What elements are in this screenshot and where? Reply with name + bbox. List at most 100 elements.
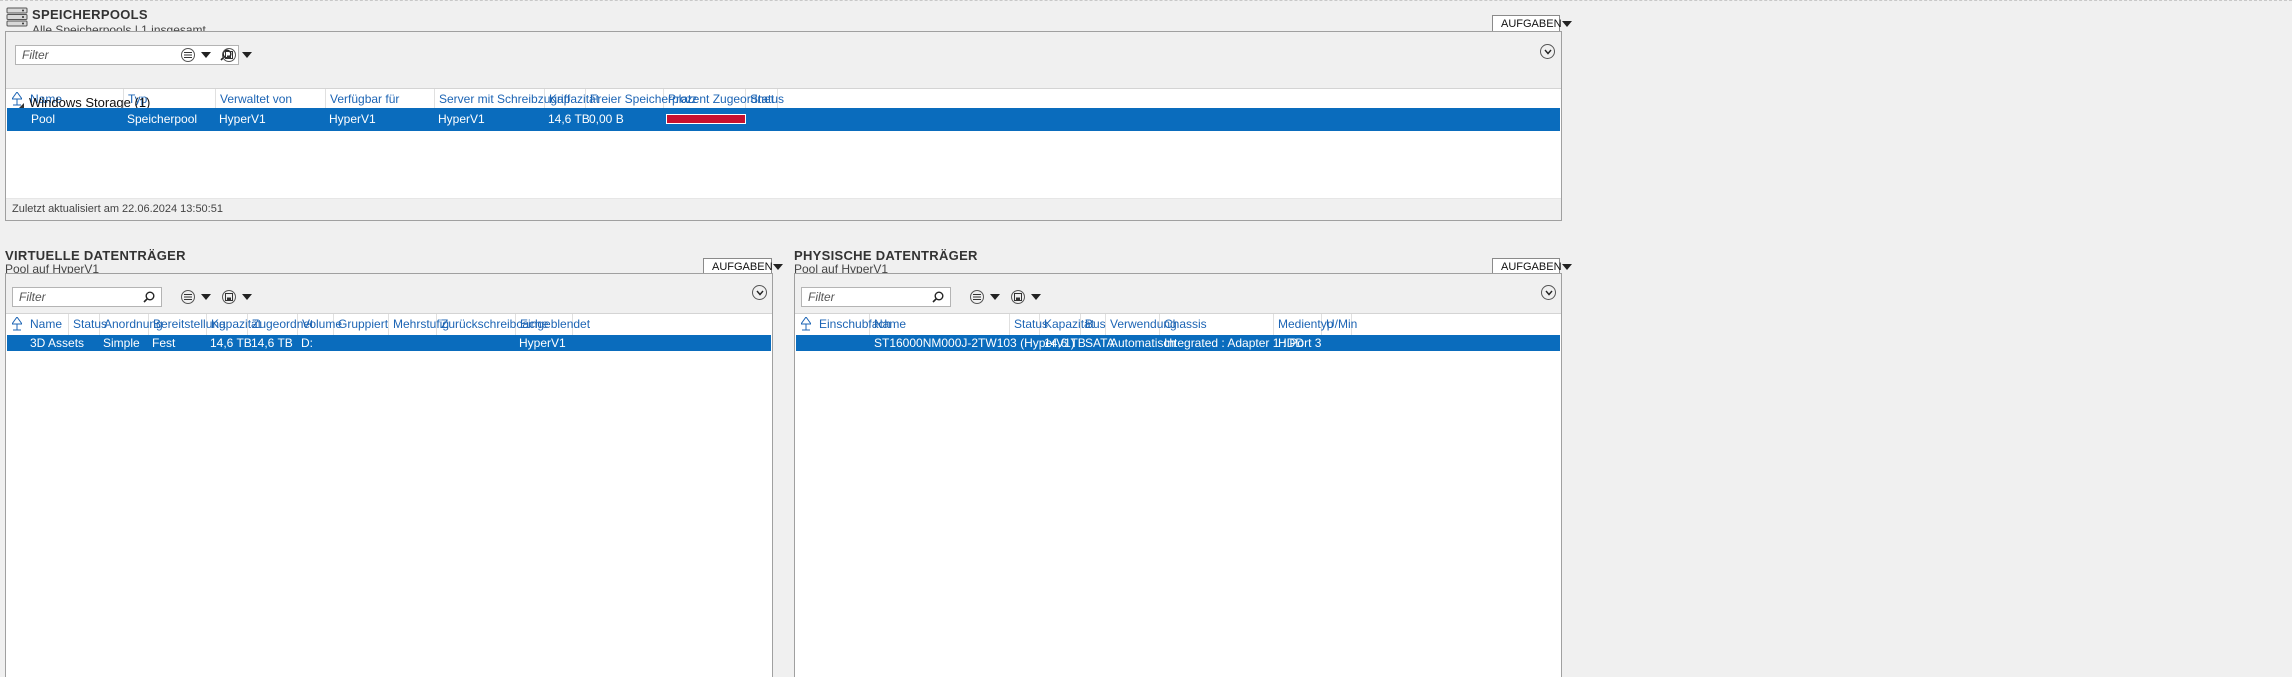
virtual-title: VIRTUELLE DATENTRÄGER [5, 248, 186, 263]
search-icon[interactable] [143, 290, 155, 308]
pools-tasks-label: AUFGABEN [1501, 17, 1562, 30]
table-row[interactable]: Pool Speicherpool HyperV1 HyperV1 HyperV… [7, 108, 1560, 131]
cell-status [69, 335, 73, 351]
cell-name: 3D Assets [30, 336, 85, 350]
cell-verfuegbar-fuer: HyperV1 [329, 112, 376, 126]
physical-filter-input[interactable] [802, 288, 934, 306]
pools-panel: Name Typ Verwaltet von Verfügbar für Ser… [5, 31, 1562, 221]
cell-einschubfach [815, 335, 819, 351]
cell-medientyp: HDD [1278, 336, 1304, 350]
chevron-down-icon [1031, 294, 1041, 300]
virtual-save-query-button[interactable] [222, 287, 252, 307]
table-row[interactable]: ST16000NM000J-2TW103 (HyperV1) 14,6 TB S… [796, 335, 1560, 351]
allocation-progress-bar [666, 114, 746, 124]
storage-pool-icon [6, 6, 28, 33]
cell-kapazitaet: 14,6 TB [210, 336, 252, 350]
cell-typ: Speicherpool [127, 112, 198, 126]
cell-anordnung: Simple [103, 336, 140, 350]
collapse-chevron-icon [755, 290, 764, 296]
col-mehrstufig[interactable]: Mehrstufig [389, 314, 449, 335]
col-zurueckschreibcache[interactable]: Zurückschreibcache [437, 314, 548, 335]
col-anordnung[interactable]: Anordnung [100, 314, 163, 335]
cell-verwaltet-von: HyperV1 [219, 112, 266, 126]
sort-columns-icon[interactable] [11, 316, 23, 336]
save-query-icon [222, 48, 236, 62]
pools-toolbar [6, 32, 1561, 88]
table-row[interactable]: 3D Assets Simple Fest 14,6 TB 14,6 TB D:… [7, 335, 771, 351]
chevron-down-icon [1561, 263, 1572, 270]
pools-save-query-button[interactable] [222, 45, 252, 65]
cell-gruppiert [333, 335, 337, 351]
col-volume[interactable]: Volume [298, 314, 342, 335]
cell-kapazitaet: 14,6 TB [1044, 336, 1086, 350]
cell-mehrstufig [388, 335, 392, 351]
col-prozent-zugeordnet[interactable]: Prozent Zugeordnet [664, 89, 774, 110]
col-verwaltet-von[interactable]: Verwaltet von [216, 89, 326, 110]
cell-volume: D: [301, 336, 313, 350]
physical-filter-box [801, 287, 951, 307]
virtual-filter-box [12, 287, 162, 307]
col-kapazitaet[interactable]: Kapazität [207, 314, 261, 335]
sort-columns-icon[interactable] [800, 316, 812, 336]
list-view-icon [970, 290, 984, 304]
top-separator [0, 0, 2292, 1]
chevron-down-icon [242, 52, 252, 58]
col-umin[interactable]: U/Min [1322, 314, 1357, 335]
col-zugeordnet[interactable]: Zugeordnet [248, 314, 313, 335]
chevron-down-icon [772, 263, 783, 270]
col-bus[interactable]: Bus [1081, 314, 1106, 335]
col-name[interactable]: Name [26, 314, 69, 335]
col-status[interactable]: Status [69, 314, 107, 335]
col-name[interactable]: Name [870, 314, 1010, 335]
virtual-column-header: Name Status Anordnung Bereitstellung Kap… [6, 313, 772, 335]
collapse-chevron-icon [1544, 290, 1553, 296]
col-bereitstellung[interactable]: Bereitstellung [149, 314, 226, 335]
col-eingeblendet[interactable]: Eingeblendet [516, 314, 590, 335]
cell-eingeblendet: HyperV1 [519, 336, 566, 350]
pools-tasks-button[interactable]: AUFGABEN [1492, 15, 1572, 32]
cell-server: HyperV1 [438, 112, 485, 126]
col-kapazitaet[interactable]: Kapazität [545, 89, 599, 110]
cell-bereitstellung: Fest [152, 336, 176, 350]
virtual-panel: Name Status Anordnung Bereitstellung Kap… [5, 273, 773, 677]
cell-umin [1322, 335, 1326, 351]
chevron-down-icon [242, 294, 252, 300]
physical-tasks-label: AUFGABEN [1501, 260, 1562, 273]
col-verwendung[interactable]: Verwendung [1106, 314, 1177, 335]
virtual-view-button[interactable] [181, 287, 211, 307]
physical-save-query-button[interactable] [1011, 287, 1041, 307]
virtual-tasks-label: AUFGABEN [712, 260, 773, 273]
virtual-collapse-button[interactable] [752, 285, 767, 300]
physical-column-header: Einschubfach Name Status Kapazität Bus V… [795, 313, 1561, 335]
cell-frei: 0,00 B [589, 112, 624, 126]
col-status[interactable]: Status [746, 89, 784, 110]
col-kapazitaet[interactable]: Kapazität [1040, 314, 1094, 335]
chevron-down-icon [201, 52, 211, 58]
search-icon[interactable] [932, 290, 944, 308]
list-view-icon [181, 290, 195, 304]
pools-last-updated: Zuletzt aktualisiert am 22.06.2024 13:50… [6, 198, 1561, 220]
col-einschubfach[interactable]: Einschubfach [815, 314, 891, 335]
col-server-schreibzugriff[interactable]: Server mit Schreibzugriff [435, 89, 570, 110]
physical-title: PHYSISCHE DATENTRÄGER [794, 248, 978, 263]
physical-view-button[interactable] [970, 287, 1000, 307]
pools-title: SPEICHERPOOLS [32, 7, 148, 22]
cell-zugeordnet: 14,6 TB [251, 336, 293, 350]
cell-zurueckschreibcache [436, 335, 440, 351]
cell-kapazitaet: 14,6 TB [548, 112, 590, 126]
col-verfuegbar-fuer[interactable]: Verfügbar für [326, 89, 435, 110]
collapse-chevron-icon [1543, 49, 1552, 55]
pools-collapse-button[interactable] [1540, 44, 1555, 59]
physical-collapse-button[interactable] [1541, 285, 1556, 300]
col-status[interactable]: Status [1010, 314, 1048, 335]
pools-view-button[interactable] [181, 45, 211, 65]
physical-panel: Einschubfach Name Status Kapazität Bus V… [794, 273, 1562, 677]
col-gruppiert[interactable]: Gruppiert [334, 314, 389, 335]
virtual-filter-input[interactable] [13, 288, 145, 306]
chevron-down-icon [990, 294, 1000, 300]
chevron-down-icon [201, 294, 211, 300]
col-medientyp[interactable]: Medientyp [1274, 314, 1333, 335]
col-freier-speicherplatz[interactable]: Freier Speicherplatz [586, 89, 697, 110]
col-chassis[interactable]: Chassis [1160, 314, 1274, 335]
save-query-icon [1011, 290, 1025, 304]
